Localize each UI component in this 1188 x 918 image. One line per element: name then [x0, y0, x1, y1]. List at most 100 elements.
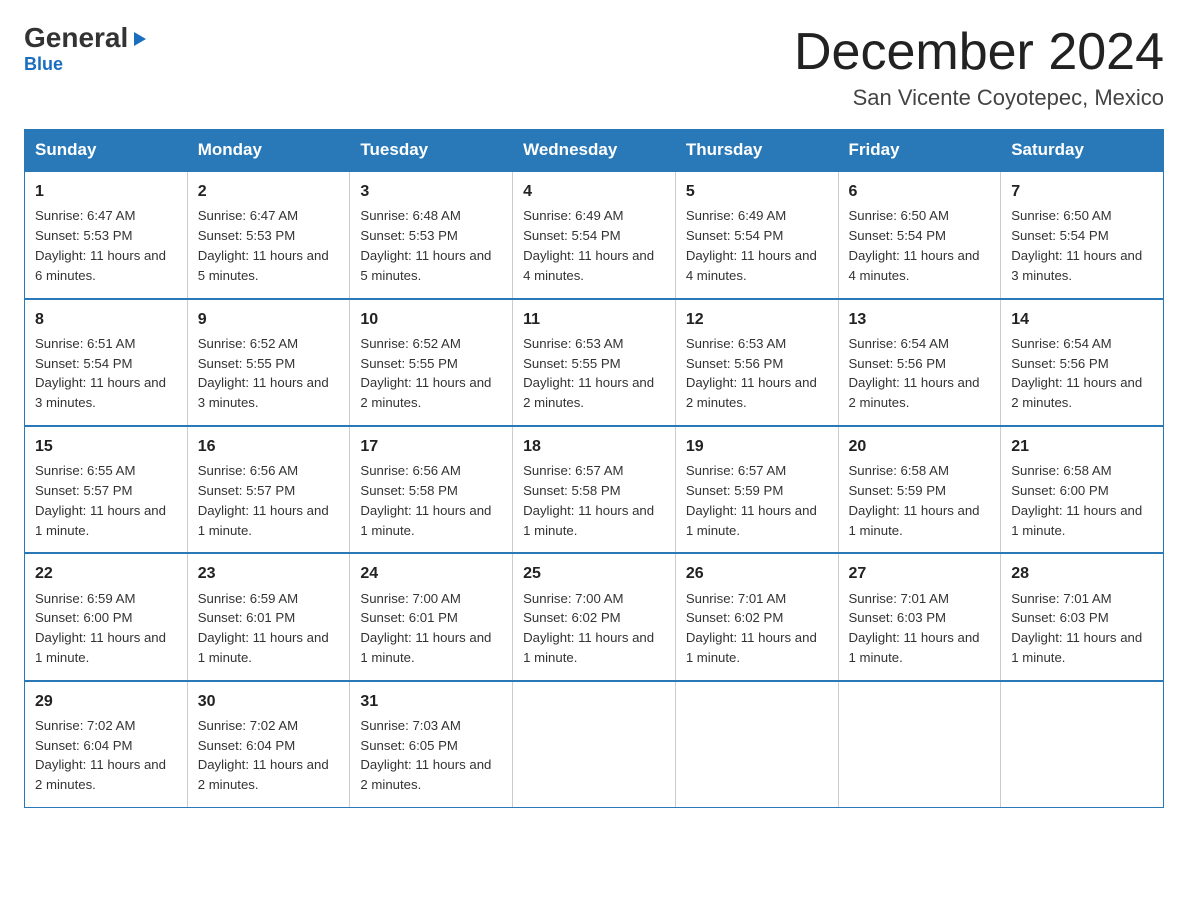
title-section: December 2024 San Vicente Coyotepec, Mex… — [794, 24, 1164, 111]
weekday-header-monday: Monday — [187, 130, 350, 172]
calendar-day-cell: 7 Sunrise: 6:50 AMSunset: 5:54 PMDayligh… — [1001, 171, 1164, 298]
day-number: 5 — [686, 180, 828, 203]
day-detail: Sunrise: 6:52 AMSunset: 5:55 PMDaylight:… — [360, 336, 491, 410]
day-number: 1 — [35, 180, 177, 203]
calendar-day-cell: 22 Sunrise: 6:59 AMSunset: 6:00 PMDaylig… — [25, 553, 188, 680]
day-detail: Sunrise: 6:58 AMSunset: 5:59 PMDaylight:… — [849, 463, 980, 537]
day-detail: Sunrise: 6:56 AMSunset: 5:57 PMDaylight:… — [198, 463, 329, 537]
day-detail: Sunrise: 6:47 AMSunset: 5:53 PMDaylight:… — [198, 208, 329, 282]
calendar-day-cell: 2 Sunrise: 6:47 AMSunset: 5:53 PMDayligh… — [187, 171, 350, 298]
day-number: 20 — [849, 435, 991, 458]
calendar-day-cell: 15 Sunrise: 6:55 AMSunset: 5:57 PMDaylig… — [25, 426, 188, 553]
day-number: 25 — [523, 562, 665, 585]
calendar-table: SundayMondayTuesdayWednesdayThursdayFrid… — [24, 129, 1164, 808]
calendar-day-cell: 6 Sunrise: 6:50 AMSunset: 5:54 PMDayligh… — [838, 171, 1001, 298]
calendar-day-cell: 30 Sunrise: 7:02 AMSunset: 6:04 PMDaylig… — [187, 681, 350, 808]
day-number: 27 — [849, 562, 991, 585]
calendar-day-cell: 11 Sunrise: 6:53 AMSunset: 5:55 PMDaylig… — [513, 299, 676, 426]
weekday-header-tuesday: Tuesday — [350, 130, 513, 172]
day-number: 24 — [360, 562, 502, 585]
day-detail: Sunrise: 6:48 AMSunset: 5:53 PMDaylight:… — [360, 208, 491, 282]
day-number: 2 — [198, 180, 340, 203]
day-detail: Sunrise: 6:49 AMSunset: 5:54 PMDaylight:… — [686, 208, 817, 282]
day-number: 13 — [849, 308, 991, 331]
calendar-day-cell: 29 Sunrise: 7:02 AMSunset: 6:04 PMDaylig… — [25, 681, 188, 808]
day-number: 9 — [198, 308, 340, 331]
logo-subtitle: Blue — [24, 54, 63, 75]
day-number: 14 — [1011, 308, 1153, 331]
calendar-day-cell — [838, 681, 1001, 808]
calendar-week-row: 8 Sunrise: 6:51 AMSunset: 5:54 PMDayligh… — [25, 299, 1164, 426]
day-detail: Sunrise: 6:55 AMSunset: 5:57 PMDaylight:… — [35, 463, 166, 537]
day-number: 10 — [360, 308, 502, 331]
calendar-day-cell: 16 Sunrise: 6:56 AMSunset: 5:57 PMDaylig… — [187, 426, 350, 553]
calendar-day-cell: 23 Sunrise: 6:59 AMSunset: 6:01 PMDaylig… — [187, 553, 350, 680]
location-title: San Vicente Coyotepec, Mexico — [794, 85, 1164, 111]
day-detail: Sunrise: 7:02 AMSunset: 6:04 PMDaylight:… — [35, 718, 166, 792]
calendar-day-cell — [1001, 681, 1164, 808]
calendar-day-cell: 20 Sunrise: 6:58 AMSunset: 5:59 PMDaylig… — [838, 426, 1001, 553]
calendar-day-cell: 17 Sunrise: 6:56 AMSunset: 5:58 PMDaylig… — [350, 426, 513, 553]
calendar-day-cell: 28 Sunrise: 7:01 AMSunset: 6:03 PMDaylig… — [1001, 553, 1164, 680]
day-number: 30 — [198, 690, 340, 713]
weekday-header-sunday: Sunday — [25, 130, 188, 172]
day-detail: Sunrise: 6:57 AMSunset: 5:58 PMDaylight:… — [523, 463, 654, 537]
day-number: 31 — [360, 690, 502, 713]
page-header: General Blue December 2024 San Vicente C… — [24, 24, 1164, 111]
day-number: 11 — [523, 308, 665, 331]
calendar-day-cell: 8 Sunrise: 6:51 AMSunset: 5:54 PMDayligh… — [25, 299, 188, 426]
day-detail: Sunrise: 6:56 AMSunset: 5:58 PMDaylight:… — [360, 463, 491, 537]
day-detail: Sunrise: 6:54 AMSunset: 5:56 PMDaylight:… — [1011, 336, 1142, 410]
calendar-week-row: 1 Sunrise: 6:47 AMSunset: 5:53 PMDayligh… — [25, 171, 1164, 298]
calendar-week-row: 29 Sunrise: 7:02 AMSunset: 6:04 PMDaylig… — [25, 681, 1164, 808]
calendar-day-cell: 31 Sunrise: 7:03 AMSunset: 6:05 PMDaylig… — [350, 681, 513, 808]
calendar-day-cell: 27 Sunrise: 7:01 AMSunset: 6:03 PMDaylig… — [838, 553, 1001, 680]
day-detail: Sunrise: 7:00 AMSunset: 6:02 PMDaylight:… — [523, 591, 654, 665]
day-detail: Sunrise: 6:50 AMSunset: 5:54 PMDaylight:… — [849, 208, 980, 282]
day-detail: Sunrise: 6:59 AMSunset: 6:01 PMDaylight:… — [198, 591, 329, 665]
calendar-day-cell: 1 Sunrise: 6:47 AMSunset: 5:53 PMDayligh… — [25, 171, 188, 298]
day-number: 6 — [849, 180, 991, 203]
calendar-day-cell: 19 Sunrise: 6:57 AMSunset: 5:59 PMDaylig… — [675, 426, 838, 553]
day-detail: Sunrise: 6:53 AMSunset: 5:56 PMDaylight:… — [686, 336, 817, 410]
month-title: December 2024 — [794, 24, 1164, 81]
calendar-day-cell: 9 Sunrise: 6:52 AMSunset: 5:55 PMDayligh… — [187, 299, 350, 426]
day-number: 21 — [1011, 435, 1153, 458]
day-number: 29 — [35, 690, 177, 713]
day-detail: Sunrise: 6:49 AMSunset: 5:54 PMDaylight:… — [523, 208, 654, 282]
weekday-header-wednesday: Wednesday — [513, 130, 676, 172]
day-detail: Sunrise: 6:58 AMSunset: 6:00 PMDaylight:… — [1011, 463, 1142, 537]
day-detail: Sunrise: 6:52 AMSunset: 5:55 PMDaylight:… — [198, 336, 329, 410]
day-number: 28 — [1011, 562, 1153, 585]
calendar-week-row: 22 Sunrise: 6:59 AMSunset: 6:00 PMDaylig… — [25, 553, 1164, 680]
calendar-day-cell: 26 Sunrise: 7:01 AMSunset: 6:02 PMDaylig… — [675, 553, 838, 680]
calendar-day-cell: 5 Sunrise: 6:49 AMSunset: 5:54 PMDayligh… — [675, 171, 838, 298]
calendar-day-cell: 24 Sunrise: 7:00 AMSunset: 6:01 PMDaylig… — [350, 553, 513, 680]
day-number: 19 — [686, 435, 828, 458]
weekday-header-row: SundayMondayTuesdayWednesdayThursdayFrid… — [25, 130, 1164, 172]
calendar-day-cell: 3 Sunrise: 6:48 AMSunset: 5:53 PMDayligh… — [350, 171, 513, 298]
weekday-header-friday: Friday — [838, 130, 1001, 172]
calendar-day-cell: 10 Sunrise: 6:52 AMSunset: 5:55 PMDaylig… — [350, 299, 513, 426]
day-number: 18 — [523, 435, 665, 458]
weekday-header-thursday: Thursday — [675, 130, 838, 172]
day-number: 4 — [523, 180, 665, 203]
calendar-day-cell: 13 Sunrise: 6:54 AMSunset: 5:56 PMDaylig… — [838, 299, 1001, 426]
day-detail: Sunrise: 6:47 AMSunset: 5:53 PMDaylight:… — [35, 208, 166, 282]
day-detail: Sunrise: 7:01 AMSunset: 6:03 PMDaylight:… — [849, 591, 980, 665]
day-detail: Sunrise: 7:00 AMSunset: 6:01 PMDaylight:… — [360, 591, 491, 665]
calendar-day-cell: 25 Sunrise: 7:00 AMSunset: 6:02 PMDaylig… — [513, 553, 676, 680]
logo: General Blue — [24, 24, 150, 75]
calendar-day-cell: 12 Sunrise: 6:53 AMSunset: 5:56 PMDaylig… — [675, 299, 838, 426]
logo-arrow-icon — [128, 28, 150, 50]
day-number: 3 — [360, 180, 502, 203]
calendar-day-cell — [675, 681, 838, 808]
logo-text: General — [24, 24, 150, 52]
calendar-day-cell: 18 Sunrise: 6:57 AMSunset: 5:58 PMDaylig… — [513, 426, 676, 553]
day-detail: Sunrise: 6:54 AMSunset: 5:56 PMDaylight:… — [849, 336, 980, 410]
day-number: 23 — [198, 562, 340, 585]
day-number: 17 — [360, 435, 502, 458]
day-number: 16 — [198, 435, 340, 458]
day-detail: Sunrise: 7:03 AMSunset: 6:05 PMDaylight:… — [360, 718, 491, 792]
calendar-week-row: 15 Sunrise: 6:55 AMSunset: 5:57 PMDaylig… — [25, 426, 1164, 553]
